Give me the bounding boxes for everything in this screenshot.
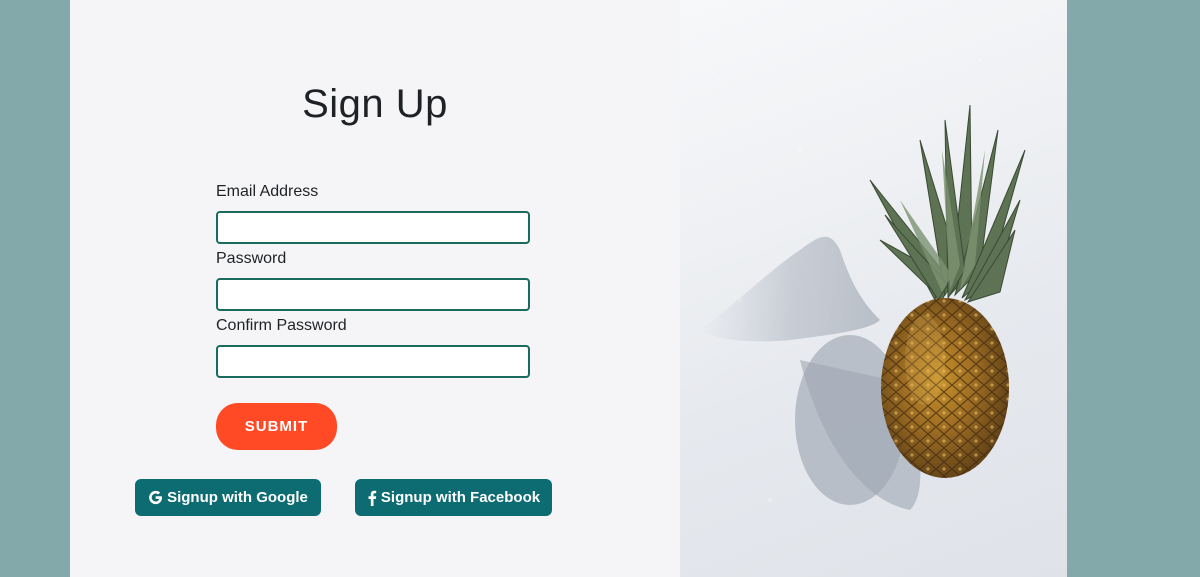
email-field[interactable]	[216, 211, 530, 244]
submit-button[interactable]: SUBMIT	[216, 403, 337, 450]
pineapple-image	[680, 0, 1067, 577]
email-label: Email Address	[216, 183, 319, 200]
signup-form-panel: Sign Up Email Address Password Confirm P…	[70, 0, 680, 577]
google-signup-label: Signup with Google	[167, 489, 308, 506]
confirm-password-label: Confirm Password	[216, 317, 347, 334]
facebook-f-icon	[367, 490, 377, 506]
password-field[interactable]	[216, 278, 530, 311]
facebook-signup-button[interactable]: Signup with Facebook	[355, 479, 552, 516]
facebook-signup-label: Signup with Facebook	[380, 489, 541, 506]
password-label: Password	[216, 250, 287, 267]
google-signup-button[interactable]: Signup with Google	[135, 479, 321, 516]
pineapple-illustration	[700, 58, 1026, 510]
confirm-password-field[interactable]	[216, 345, 530, 378]
page-title: Sign Up	[302, 82, 448, 126]
google-g-icon	[148, 490, 163, 505]
signup-card: Sign Up Email Address Password Confirm P…	[70, 0, 1067, 577]
